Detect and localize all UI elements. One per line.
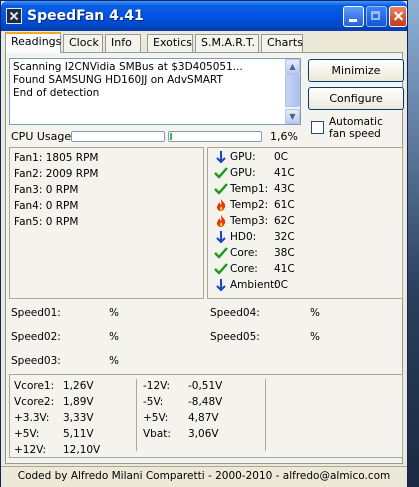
- arrow-down-icon: [214, 230, 228, 244]
- speed-value[interactable]: %: [310, 331, 320, 343]
- minimize-window-button[interactable]: [343, 6, 364, 27]
- speed-value[interactable]: %: [109, 331, 119, 343]
- voltage-value: 1,26V: [63, 380, 94, 392]
- speed-label: Speed04:: [210, 307, 260, 319]
- temperature-label: GPU:: [230, 167, 256, 179]
- temperature-value: 0C: [274, 279, 289, 291]
- tab-smart[interactable]: S.M.A.R.T.: [195, 34, 259, 52]
- voltage-label: +12V:: [14, 444, 47, 456]
- voltage-label: -12V:: [143, 380, 171, 392]
- scroll-thumb[interactable]: [285, 74, 300, 107]
- temperature-value: 62C: [274, 215, 295, 227]
- voltage-label: +3.3V:: [14, 412, 50, 424]
- temperature-label: Core:: [230, 247, 258, 259]
- voltage-label: Vcore1:: [14, 380, 55, 392]
- speed-value[interactable]: %: [109, 355, 119, 367]
- temperature-value: 38C: [274, 247, 295, 259]
- cpu-usage-bar-fill: [170, 133, 172, 140]
- divider: [136, 379, 137, 451]
- maximize-window-button[interactable]: [366, 6, 387, 27]
- temperature-value: 0C: [274, 151, 289, 163]
- arrow-down-icon: [214, 278, 228, 292]
- log-lines: Scanning I2CNVidia SMBus at $3D405051...…: [13, 61, 243, 100]
- speed-value[interactable]: %: [310, 307, 320, 319]
- voltage-value: 5,11V: [63, 428, 94, 440]
- fan-reading: Fan4: 0 RPM: [14, 200, 79, 212]
- voltage-label: Vbat:: [143, 428, 171, 440]
- tab-clock[interactable]: Clock: [63, 34, 103, 52]
- voltage-label: Vcore2:: [14, 396, 55, 408]
- voltage-value: -0,51V: [188, 380, 223, 392]
- desktop-background: [408, 0, 419, 487]
- temperature-label: GPU:: [230, 151, 256, 163]
- temperature-label: Temp1:: [230, 183, 269, 195]
- tab-exotics[interactable]: Exotics: [147, 34, 193, 52]
- voltage-value: 3,06V: [188, 428, 219, 440]
- voltage-value: 4,87V: [188, 412, 219, 424]
- close-window-button[interactable]: [389, 6, 407, 27]
- divider: [265, 379, 266, 451]
- log-line: End of detection: [13, 87, 100, 99]
- fan-reading: Fan3: 0 RPM: [14, 184, 79, 196]
- speedfan-app-icon[interactable]: [6, 8, 22, 24]
- voltage-readings-box: Vcore1: 1,26V Vcore2: 1,89V +3.3V: 3,33V…: [9, 374, 403, 458]
- voltage-value: 1,89V: [63, 396, 94, 408]
- fan-reading: Fan1: 1805 RPM: [14, 152, 99, 164]
- log-line: Scanning I2CNVidia SMBus at $3D405051...: [13, 61, 243, 73]
- checkmark-icon: [214, 262, 228, 276]
- tab-charts[interactable]: Charts: [261, 34, 303, 52]
- fan-reading: Fan5: 0 RPM: [14, 216, 79, 228]
- temperature-value: 32C: [274, 231, 295, 243]
- voltage-value: -8,48V: [188, 396, 223, 408]
- automatic-fan-speed-label[interactable]: Automatic fan speed: [329, 116, 399, 140]
- speed-label: Speed02:: [11, 331, 61, 343]
- cpu-usage-percent: 1,6%: [270, 130, 298, 143]
- scroll-down-arrow-icon[interactable]: ▼: [285, 109, 300, 124]
- temperature-readings-box: GPU: 0C GPU: 41C Temp1: 43C Temp2: 61C Temp3: 62C…: [207, 147, 403, 299]
- temperature-label: Temp2:: [230, 199, 269, 211]
- arrow-down-icon: [214, 150, 228, 164]
- minimize-button[interactable]: Minimize: [308, 59, 404, 82]
- temperature-value: 61C: [274, 199, 295, 211]
- temperature-label: Ambient:: [230, 279, 278, 291]
- flame-icon: [214, 214, 228, 228]
- title-bar[interactable]: SpeedFan 4.41: [1, 1, 407, 31]
- log-line: Found SAMSUNG HD160JJ on AdvSMART: [13, 74, 223, 86]
- voltage-label: +5V:: [14, 428, 40, 440]
- speed-value[interactable]: %: [109, 307, 119, 319]
- scroll-up-arrow-icon[interactable]: ▲: [285, 59, 300, 74]
- temperature-value: 41C: [274, 167, 295, 179]
- fan-readings-box: Fan1: 1805 RPM Fan2: 2009 RPM Fan3: 0 RP…: [9, 147, 204, 299]
- temperature-value: 43C: [274, 183, 295, 195]
- checkmark-icon: [214, 166, 228, 180]
- checkmark-icon: [214, 182, 228, 196]
- cpu-usage-bar-1: [71, 131, 165, 142]
- flame-icon: [214, 198, 228, 212]
- status-bar: Coded by Alfredo Milani Comparetti - 200…: [1, 466, 407, 487]
- speed-label: Speed03:: [11, 355, 61, 367]
- log-scrollbar[interactable]: ▲ ▼: [285, 59, 300, 124]
- speed-label: Speed01:: [11, 307, 61, 319]
- cpu-usage-bar-2: [168, 131, 262, 142]
- temperature-label: HD0:: [230, 231, 257, 243]
- tab-info[interactable]: Info: [105, 34, 141, 52]
- cpu-usage-label: CPU Usage: [11, 130, 72, 143]
- temperature-label: Temp3:: [230, 215, 269, 227]
- automatic-fan-speed-checkbox[interactable]: [311, 121, 324, 134]
- speedfan-window: SpeedFan 4.41 Readings Clock Info Exotic…: [0, 0, 408, 487]
- voltage-value: 3,33V: [63, 412, 94, 424]
- speed-label: Speed05:: [210, 331, 260, 343]
- voltage-label: +5V:: [143, 412, 169, 424]
- temperature-value: 41C: [274, 263, 295, 275]
- voltage-value: 12,10V: [63, 444, 101, 456]
- checkmark-icon: [214, 246, 228, 260]
- window-title: SpeedFan 4.41: [27, 8, 144, 24]
- voltage-label: -5V:: [143, 396, 164, 408]
- configure-button[interactable]: Configure: [308, 87, 404, 110]
- detection-log[interactable]: Scanning I2CNVidia SMBus at $3D405051...…: [9, 58, 301, 125]
- tab-readings[interactable]: Readings: [5, 32, 61, 53]
- temperature-label: Core:: [230, 263, 258, 275]
- fan-reading: Fan2: 2009 RPM: [14, 168, 99, 180]
